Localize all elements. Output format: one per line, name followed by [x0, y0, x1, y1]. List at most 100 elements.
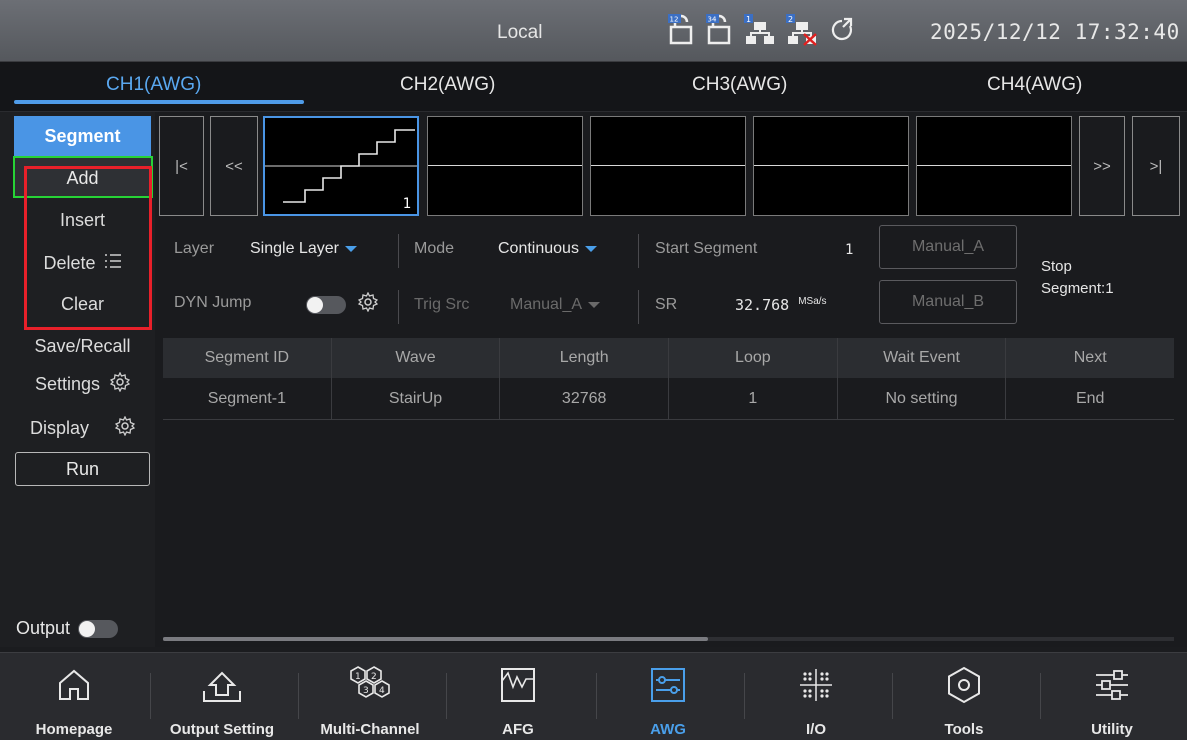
io-grid-icon — [800, 669, 832, 701]
datetime-display: 2025/12/12 17:32:40 — [930, 20, 1180, 44]
sr-label: SR — [655, 296, 678, 313]
nav-homepage-label: Homepage — [35, 721, 113, 738]
dropdown-caret-icon — [584, 245, 597, 252]
status-icons: 12 34 1 2 — [668, 12, 856, 48]
table-cell: 32768 — [500, 378, 670, 419]
channel-tabs: CH1(AWG) CH2(AWG) CH3(AWG) CH4(AWG) — [0, 62, 1187, 112]
nav-tools[interactable]: Tools — [890, 653, 1038, 740]
svg-text:1: 1 — [746, 15, 751, 24]
svg-text:12: 12 — [670, 16, 679, 24]
svg-text:1: 1 — [355, 672, 361, 682]
tools-hexagon-icon — [948, 666, 980, 704]
horizontal-scrollbar[interactable] — [163, 637, 1174, 641]
tab-ch3[interactable]: CH3(AWG) — [692, 74, 787, 96]
nav-multi-channel[interactable]: 1 2 3 4 Multi-Channel — [296, 653, 444, 740]
layer-select[interactable]: Single Layer — [250, 240, 357, 258]
manual-a-button[interactable]: Manual_A — [879, 225, 1017, 269]
nav-afg[interactable]: AFG — [444, 653, 592, 740]
column-header: Loop — [669, 338, 838, 378]
run-button[interactable]: Run — [15, 452, 150, 486]
mode-label: Mode — [414, 240, 455, 257]
bottom-nav: Homepage Output Setting 1 2 3 4 Multi-Ch… — [0, 652, 1187, 740]
dyn-jump-toggle[interactable] — [306, 296, 346, 314]
last-segment-button[interactable]: >| — [1132, 116, 1180, 216]
next-segment-button[interactable]: >> — [1079, 116, 1125, 216]
tab-ch1[interactable]: CH1(AWG) — [106, 74, 201, 96]
gear-icon — [109, 371, 131, 397]
mode-value: Continuous — [498, 240, 579, 257]
first-segment-button[interactable]: |< — [159, 116, 204, 216]
start-segment-label: Start Segment — [655, 240, 758, 257]
nav-awg-label: AWG — [650, 721, 686, 738]
table-cell: No setting — [838, 378, 1007, 419]
menu-settings[interactable]: Settings — [14, 366, 151, 402]
segment-thumbnail-empty[interactable] — [427, 116, 583, 216]
status-bar: Local 12 34 1 2 2025/12/12 17:32:40 — [0, 0, 1187, 62]
divider — [638, 290, 639, 324]
layer-value: Single Layer — [250, 240, 339, 257]
trig-src-select: Manual_A — [510, 296, 601, 314]
table-cell: End — [1075, 389, 1105, 407]
home-icon — [59, 669, 89, 700]
table-header: Segment ID Wave Length Loop Wait Event N… — [163, 338, 1174, 378]
nav-utility-label: Utility — [1091, 721, 1133, 738]
column-header: Segment ID — [163, 338, 332, 378]
tab-ch2[interactable]: CH2(AWG) — [400, 74, 495, 96]
sr-unit: MSa/s — [798, 296, 827, 307]
scroll-thumb[interactable] — [163, 637, 708, 641]
stop-line-2: Segment:1 — [1041, 280, 1114, 297]
column-header: Wait Event — [838, 338, 1007, 378]
column-header: Next — [1073, 349, 1107, 366]
nav-output-setting-label: Output Setting — [169, 721, 275, 738]
divider — [398, 234, 399, 268]
stair-wave-preview — [265, 129, 417, 203]
nav-utility[interactable]: Utility — [1038, 653, 1186, 740]
svg-text:34: 34 — [708, 16, 717, 24]
sr-value: 32.768 — [735, 296, 790, 314]
segment-table: Segment ID Wave Length Loop Wait Event N… — [163, 338, 1174, 420]
column-header: Wave — [332, 338, 501, 378]
segment-thumbnail-empty[interactable] — [590, 116, 746, 216]
refresh-icon[interactable] — [828, 16, 856, 44]
mode-select[interactable]: Continuous — [498, 240, 597, 258]
menu-save-recall[interactable]: Save/Recall — [14, 328, 151, 364]
nav-awg[interactable]: AWG — [594, 653, 742, 740]
lock-ch34-icon: 34 — [706, 14, 734, 46]
menu-segment[interactable]: Segment — [14, 116, 151, 156]
prev-segment-button[interactable]: << — [210, 116, 258, 216]
nav-homepage[interactable]: Homepage — [0, 653, 148, 740]
svg-text:2: 2 — [371, 672, 377, 682]
active-tab-indicator — [14, 100, 304, 104]
column-header: Length — [500, 338, 670, 378]
trig-src-value: Manual_A — [510, 296, 583, 313]
divider — [638, 234, 639, 268]
manual-b-button[interactable]: Manual_B — [879, 280, 1017, 324]
sr-value-field[interactable]: 32.768 MSa/s — [735, 296, 827, 314]
output-toggle[interactable] — [78, 619, 119, 638]
segment-number: 1 — [402, 196, 411, 212]
remote-mode-label: Local — [497, 22, 543, 43]
table-cell: 1 — [669, 378, 838, 419]
dyn-jump-label: DYN Jump — [174, 294, 252, 311]
network-1-icon: 1 — [744, 14, 776, 46]
segment-thumbnail-empty[interactable] — [753, 116, 909, 216]
segment-thumbnail-empty[interactable] — [916, 116, 1072, 216]
table-cell: StairUp — [332, 378, 501, 419]
dropdown-caret-icon — [344, 245, 357, 252]
trig-src-label: Trig Src — [414, 296, 470, 313]
lock-ch12-icon: 12 — [668, 14, 696, 46]
start-segment-value[interactable]: 1 — [845, 242, 853, 258]
network-2-disconnected-icon: 2 — [786, 14, 818, 46]
svg-text:4: 4 — [379, 686, 385, 696]
output-control[interactable]: Output — [16, 618, 119, 639]
nav-output-setting[interactable]: Output Setting — [148, 653, 296, 740]
highlight-box-red — [24, 166, 152, 330]
nav-io[interactable]: I/O — [742, 653, 890, 740]
stop-segment-info: Stop Segment:1 — [1041, 256, 1114, 300]
menu-display[interactable]: Display — [14, 410, 151, 446]
dyn-jump-gear-icon[interactable] — [357, 291, 379, 317]
tab-ch4[interactable]: CH4(AWG) — [987, 74, 1082, 96]
table-row[interactable]: Segment-1 StairUp 32768 1 No setting End — [163, 378, 1174, 420]
table-cell: Segment-1 — [163, 378, 332, 419]
segment-thumbnail-1[interactable]: 1 — [263, 116, 419, 216]
